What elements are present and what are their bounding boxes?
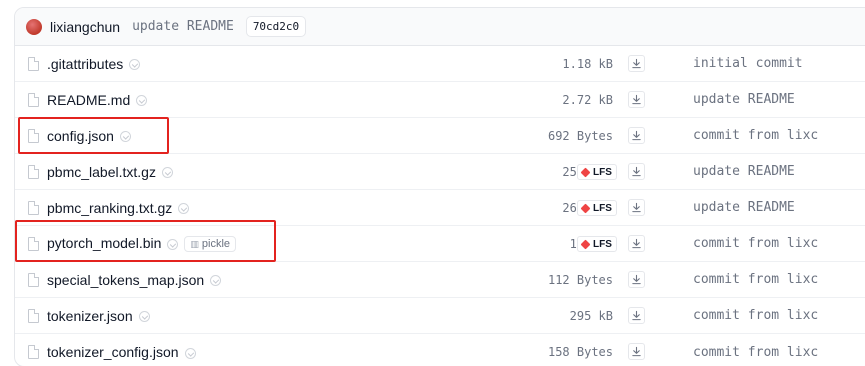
file-name-cell: pbmc_label.txt.gz	[47, 164, 173, 180]
lfs-label: LFS	[593, 166, 612, 178]
file-icon	[28, 57, 39, 71]
download-icon	[632, 238, 641, 249]
lfs-badge: LFS	[577, 164, 617, 180]
file-icon	[28, 237, 39, 251]
file-size: 2.72 kB	[562, 92, 613, 107]
commit-message[interactable]: update README	[132, 19, 234, 34]
download-icon	[632, 346, 641, 357]
check-circle-icon	[178, 203, 190, 215]
file-name-link[interactable]: pbmc_label.txt.gz	[47, 164, 156, 180]
file-size: 158 Bytes	[547, 345, 613, 359]
file-last-commit[interactable]: update README	[693, 92, 795, 107]
file-last-commit[interactable]: commit from lixc	[693, 345, 818, 360]
file-size: 112 Bytes	[547, 272, 613, 287]
download-button[interactable]	[628, 127, 645, 144]
lfs-diamond-icon	[580, 203, 591, 213]
file-row[interactable]: tokenizer_config.json 158 Bytes commit fro…	[15, 334, 865, 366]
file-icon	[28, 309, 39, 323]
download-button[interactable]	[628, 307, 645, 324]
download-button[interactable]	[628, 55, 645, 72]
lfs-diamond-icon	[580, 167, 591, 177]
lfs-label: LFS	[593, 202, 612, 214]
download-icon	[632, 94, 641, 105]
file-last-commit[interactable]: commit from lixc	[693, 128, 818, 143]
file-name-link[interactable]: pytorch_model.bin	[47, 235, 161, 251]
file-name-link[interactable]: pbmc_ranking.txt.gz	[47, 200, 172, 216]
file-name-cell: pytorch_model.bin ▥ pickle	[47, 235, 237, 253]
file-row[interactable]: special_tokens_map.json 112 Bytes commit f…	[15, 262, 865, 298]
file-list-panel: lixiangchun update README 70cd2c0 .gitat…	[14, 7, 865, 366]
download-button[interactable]	[628, 235, 645, 252]
download-icon	[632, 202, 641, 213]
download-button[interactable]	[628, 91, 645, 108]
check-circle-icon	[119, 131, 131, 143]
file-last-commit[interactable]: initial commit	[693, 56, 803, 71]
file-rows: .gitattributes 1.18 kB initial commit READM…	[15, 46, 865, 366]
check-circle-icon	[136, 95, 148, 107]
download-button[interactable]	[628, 199, 645, 216]
file-row[interactable]: tokenizer.json 295 kB commit from lixc	[15, 298, 865, 334]
file-icon	[28, 201, 39, 215]
file-icon	[28, 129, 39, 143]
file-row[interactable]: .gitattributes 1.18 kB initial commit	[15, 46, 865, 82]
check-circle-icon	[138, 311, 150, 323]
file-name-link[interactable]: tokenizer.json	[47, 308, 133, 324]
check-circle-icon	[167, 238, 179, 250]
file-name-cell: config.json	[47, 128, 131, 144]
file-name-link[interactable]: config.json	[47, 128, 114, 144]
lfs-diamond-icon	[580, 239, 591, 249]
pickle-icon: ▥	[190, 238, 199, 249]
file-name-link[interactable]: tokenizer_config.json	[47, 344, 179, 360]
file-size: 1.18 kB	[562, 56, 613, 71]
commit-author[interactable]: lixiangchun	[50, 19, 120, 35]
file-name-link[interactable]: .gitattributes	[47, 56, 123, 72]
file-last-commit[interactable]: update README	[693, 200, 795, 215]
file-name-cell: .gitattributes	[47, 56, 141, 72]
file-size: 692 Bytes	[547, 128, 613, 143]
file-last-commit[interactable]: update README	[693, 164, 795, 179]
file-icon	[28, 345, 39, 359]
pickle-badge[interactable]: ▥ pickle	[184, 236, 237, 253]
download-icon	[632, 274, 641, 285]
download-icon	[632, 130, 641, 141]
file-name-cell: special_tokens_map.json	[47, 272, 222, 288]
download-icon	[632, 166, 641, 177]
check-circle-icon	[210, 275, 222, 287]
file-name-cell: tokenizer_config.json	[47, 344, 196, 360]
file-row[interactable]: pbmc_label.txt.gz25.3 kBLFSupdate README	[15, 154, 865, 190]
download-icon	[632, 310, 641, 321]
lfs-label: LFS	[593, 238, 612, 250]
commit-hash-badge[interactable]: 70cd2c0	[245, 16, 307, 37]
download-button[interactable]	[628, 343, 645, 360]
download-icon	[632, 58, 641, 69]
file-icon	[28, 165, 39, 179]
file-icon	[28, 273, 39, 287]
file-icon	[28, 93, 39, 107]
download-button[interactable]	[628, 271, 645, 288]
last-commit-header: lixiangchun update README 70cd2c0	[15, 8, 865, 46]
file-name-cell: pbmc_ranking.txt.gz	[47, 200, 190, 216]
avatar[interactable]	[26, 18, 42, 35]
lfs-badge: LFS	[577, 200, 617, 216]
file-last-commit[interactable]: commit from lixc	[693, 236, 818, 251]
check-circle-icon	[129, 59, 141, 71]
pickle-label: pickle	[201, 238, 231, 251]
lfs-badge: LFS	[577, 236, 617, 252]
file-size: 295 kB	[569, 308, 613, 323]
file-name-cell: README.md	[47, 92, 148, 108]
check-circle-icon	[161, 167, 173, 179]
file-row[interactable]: pbmc_ranking.txt.gz26.1 MBLFSupdate READ…	[15, 190, 865, 226]
file-name-link[interactable]: README.md	[47, 92, 130, 108]
file-last-commit[interactable]: commit from lixc	[693, 272, 818, 287]
file-name-link[interactable]: special_tokens_map.json	[47, 272, 204, 288]
file-row[interactable]: README.md 2.72 kB update README	[15, 82, 865, 118]
download-button[interactable]	[628, 163, 645, 180]
file-row[interactable]: config.json 692 Bytes commit from lixc	[15, 118, 865, 154]
file-name-cell: tokenizer.json	[47, 308, 150, 324]
file-last-commit[interactable]: commit from lixc	[693, 308, 818, 323]
check-circle-icon	[184, 347, 196, 359]
file-row[interactable]: pytorch_model.bin▥pickle149 MBLFScommit …	[15, 226, 865, 262]
